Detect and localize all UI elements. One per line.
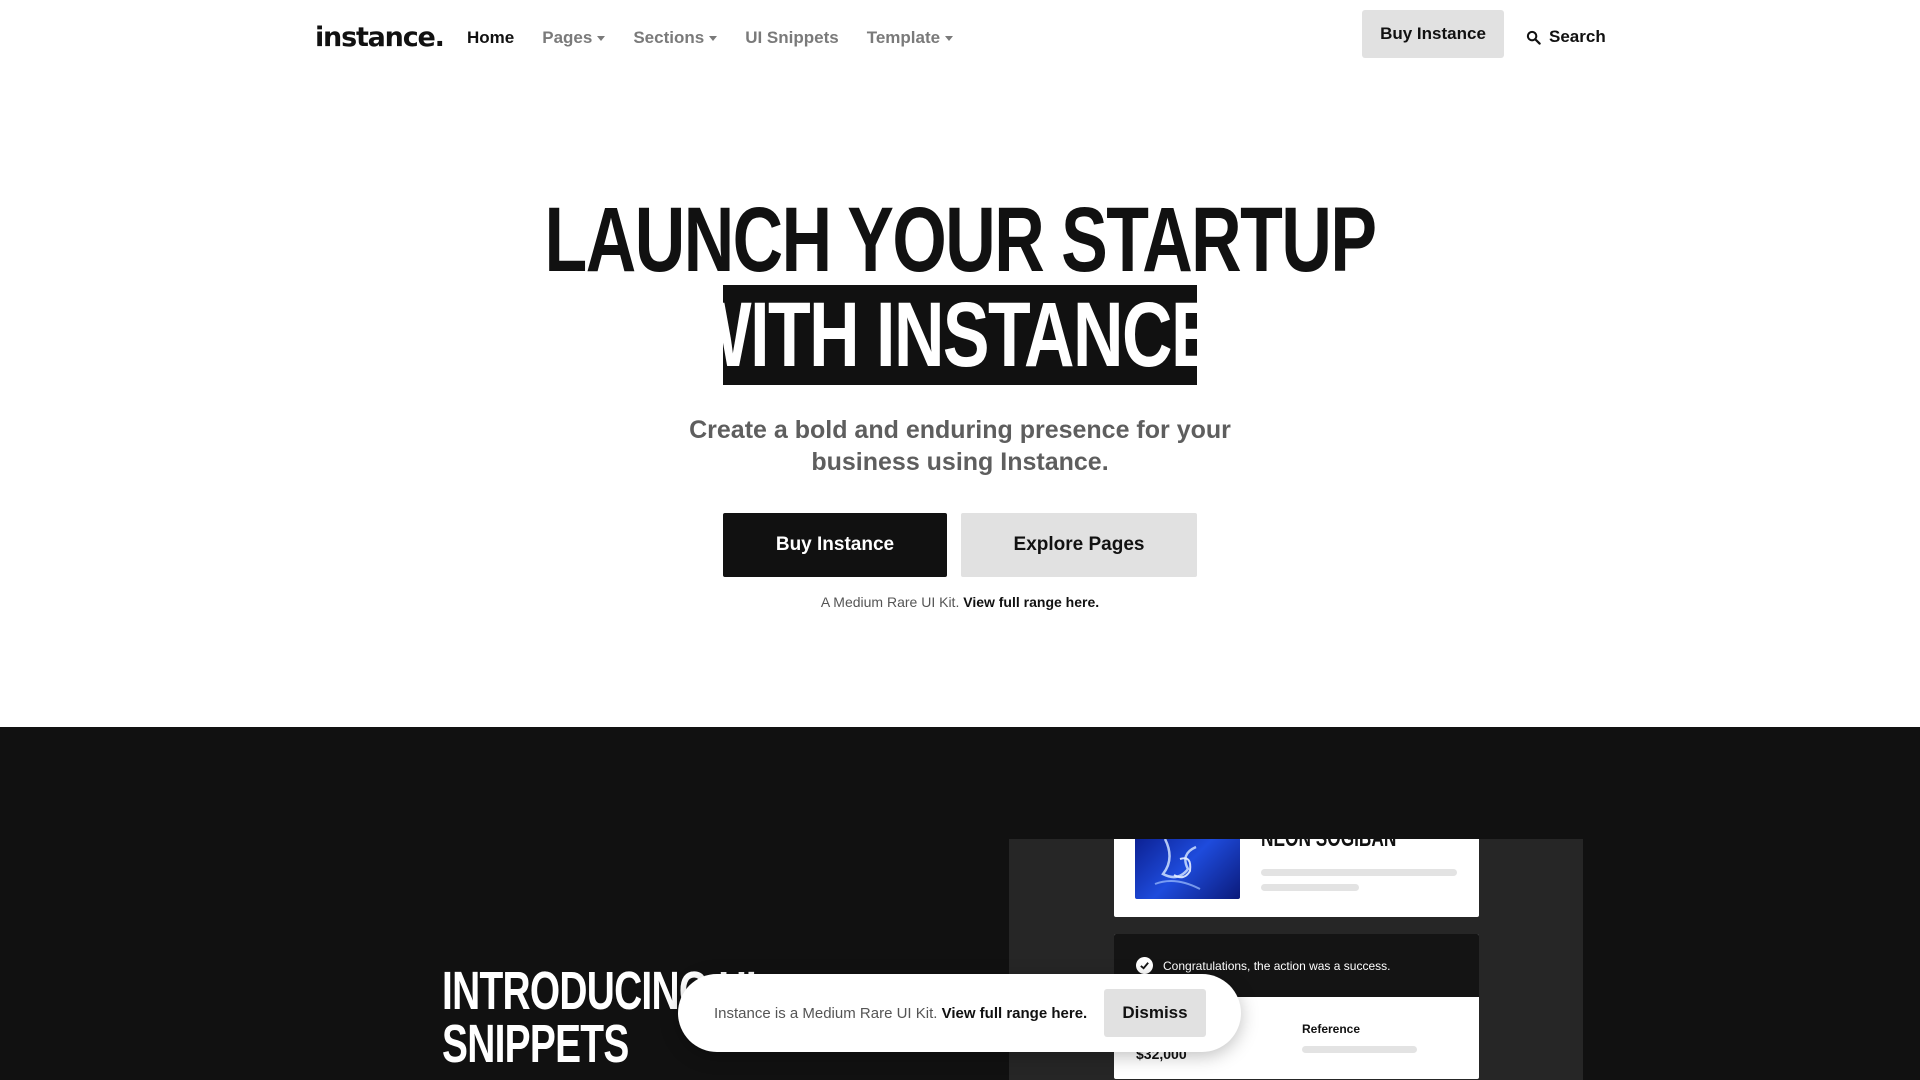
search-icon (1526, 30, 1541, 45)
toast-link[interactable]: View full range here. (942, 1005, 1088, 1022)
placeholder-bar (1261, 869, 1457, 876)
nav-link-label: UI Snippets (745, 28, 839, 47)
nav-buy-button[interactable]: Buy Instance (1362, 10, 1504, 58)
hero-title-line2: WITH INSTANCE. (723, 285, 1197, 385)
nav-dropdown-template[interactable]: Template (866, 28, 954, 48)
nav-link-label: Template (866, 28, 941, 47)
nav-link-home[interactable]: Home (467, 28, 514, 48)
neon-sign-image (1135, 839, 1240, 899)
nav-link-label: Sections (633, 28, 705, 47)
top-navbar: instance. Home Pages Sections UI Snippet… (0, 0, 1920, 78)
caret-down-icon (709, 36, 718, 41)
hero-title-line1: LAUNCH YOUR STARTUP (544, 189, 1377, 291)
caret-down-icon (945, 36, 954, 41)
hero-subtitle: Create a bold and enduring presence for … (689, 416, 1231, 476)
caret-down-icon (597, 36, 606, 41)
view-full-range-link[interactable]: View full range here. (963, 594, 1099, 610)
buy-instance-button[interactable]: Buy Instance (723, 513, 947, 577)
promo-toast: Instance is a Medium Rare UI Kit. View f… (678, 974, 1241, 1052)
nav-dropdown-sections[interactable]: Sections (633, 28, 718, 48)
kit-note: A Medium Rare UI Kit. View full range he… (0, 594, 1920, 610)
toast-text: Instance is a Medium Rare UI Kit. (714, 1005, 938, 1022)
snippets-heading-line2: SNIPPETS (442, 1014, 629, 1074)
kit-note-text: A Medium Rare UI Kit. (820, 594, 960, 610)
hero-title-highlight: WITH INSTANCE. (723, 285, 1197, 385)
dismiss-button[interactable]: Dismiss (1104, 989, 1206, 1037)
article-card-title: NEON SOGIBAN (1261, 839, 1396, 853)
nav-link-label: Pages (542, 28, 593, 47)
search-label: Search (1549, 27, 1606, 46)
check-circle-icon (1136, 957, 1153, 974)
success-alert-text: Congratulations, the action was a succes… (1163, 958, 1391, 973)
brand-logo[interactable]: instance. (315, 22, 445, 53)
placeholder-bar (1261, 884, 1359, 891)
placeholder-bar (1302, 1046, 1417, 1053)
nav-link-label: Home (467, 28, 515, 47)
nav-dropdown-pages[interactable]: Pages (542, 28, 606, 48)
reference-label: Reference (1302, 1022, 1361, 1036)
explore-pages-button[interactable]: Explore Pages (961, 513, 1197, 577)
toast-message: Instance is a Medium Rare UI Kit. View f… (714, 1005, 1087, 1022)
nav-link-ui-snippets[interactable]: UI Snippets (745, 28, 839, 48)
nav-search-button[interactable]: Search (1526, 27, 1606, 47)
main-nav: Home Pages Sections UI Snippets Template (467, 28, 954, 48)
article-card[interactable]: NEON SOGIBAN (1114, 839, 1479, 917)
